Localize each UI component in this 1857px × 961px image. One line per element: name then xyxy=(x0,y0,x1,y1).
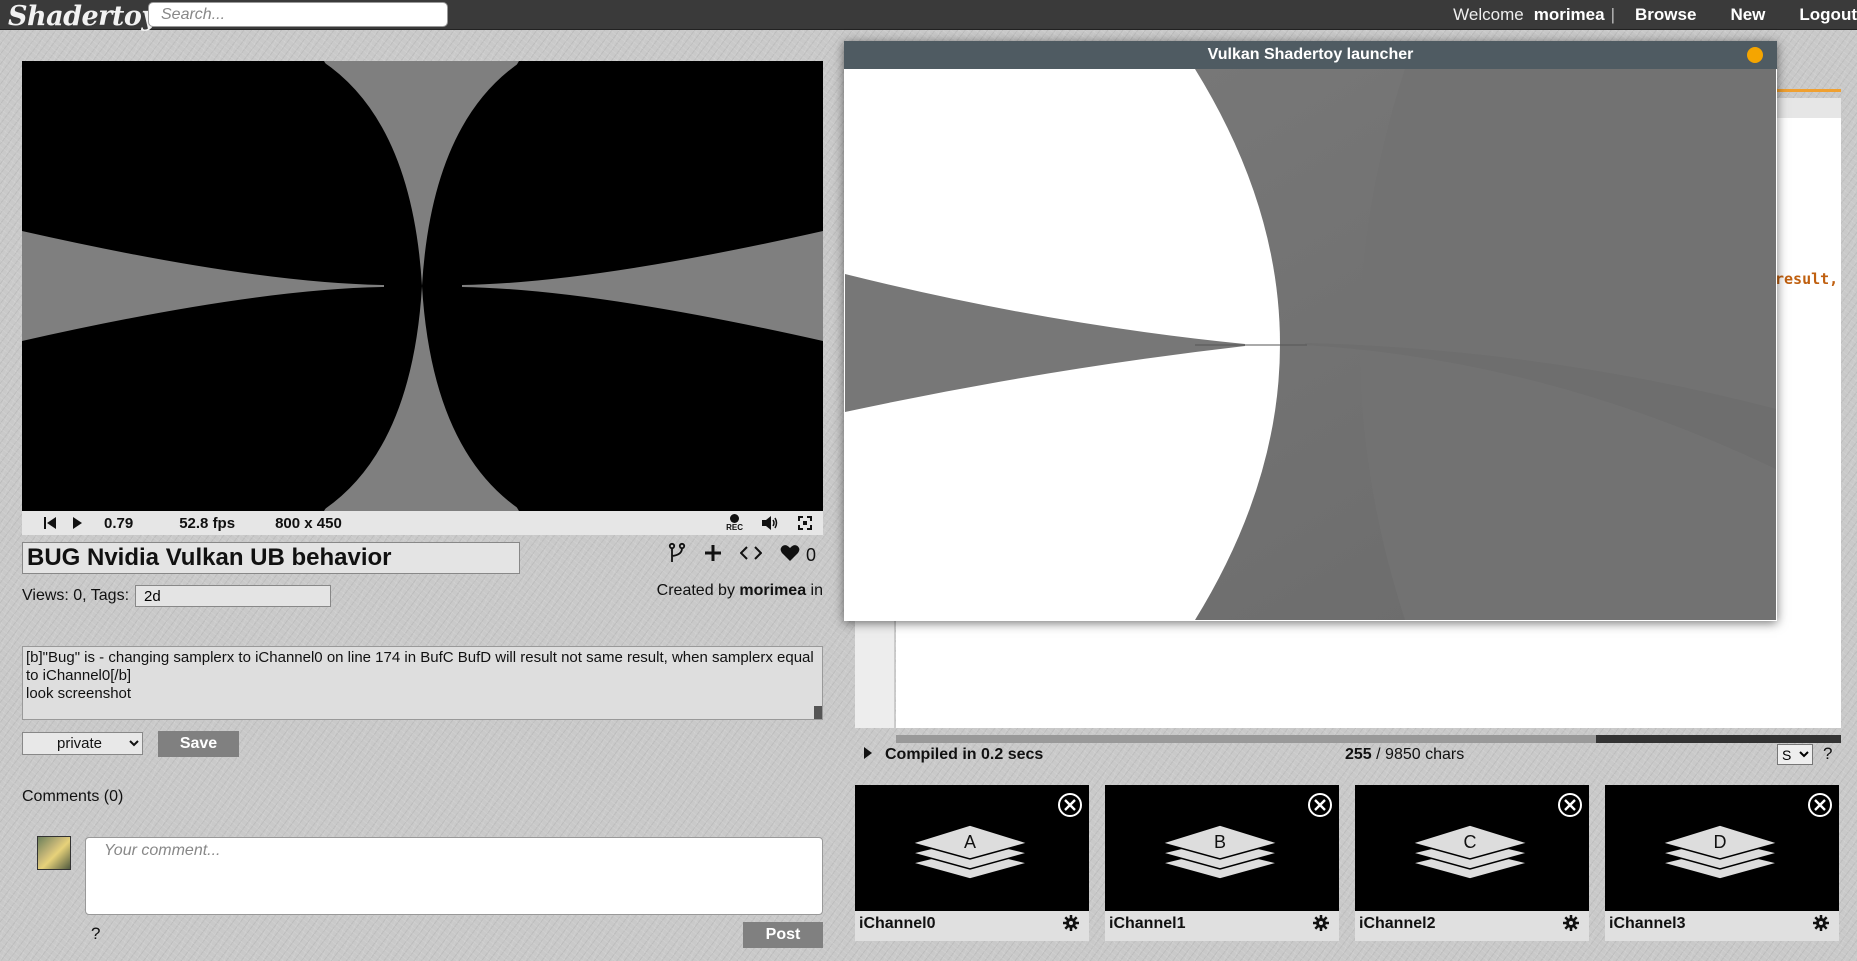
compile-play-icon[interactable] xyxy=(863,746,873,765)
vulkan-render-canvas[interactable] xyxy=(845,69,1776,620)
channel-label: iChannel1 xyxy=(1109,915,1186,932)
views-label: Views: 0, Tags: xyxy=(22,587,130,604)
buffer-letter: B xyxy=(1214,832,1226,852)
top-nav: Welcome morimea | Browse New Logout xyxy=(1453,0,1857,30)
channel-slot-2[interactable]: C iChannel2 xyxy=(1355,785,1589,941)
code-fragment: result, xyxy=(1775,270,1839,288)
user-avatar xyxy=(37,836,71,870)
comment-input[interactable] xyxy=(85,837,823,915)
font-size-select[interactable]: S xyxy=(1777,744,1813,765)
search-input[interactable] xyxy=(148,2,448,27)
window-title: Vulkan Shadertoy launcher xyxy=(1207,46,1414,63)
save-button[interactable]: Save xyxy=(158,731,239,757)
channel-slot-0[interactable]: A iChannel0 xyxy=(855,785,1089,941)
add-playlist-icon[interactable] xyxy=(704,544,722,567)
buffer-layers-icon: B xyxy=(1159,823,1281,888)
window-titlebar[interactable]: Vulkan Shadertoy launcher xyxy=(844,41,1777,69)
shader-actions: 0 xyxy=(668,540,816,570)
char-count: 255 / 9850 chars xyxy=(1345,746,1464,764)
fps-display: 52.8 fps xyxy=(179,514,236,532)
site-logo[interactable]: Shadertoy xyxy=(8,1,157,32)
channel-slot-1[interactable]: B iChannel1 xyxy=(1105,785,1339,941)
channel-thumbnail[interactable]: B xyxy=(1105,785,1339,911)
in-label: in xyxy=(810,582,823,599)
player-right-controls: REC xyxy=(726,511,813,535)
close-icon[interactable] xyxy=(1307,792,1333,823)
likes-count: 0 xyxy=(806,544,817,565)
fullscreen-icon[interactable] xyxy=(797,515,813,531)
buffer-letter: A xyxy=(964,832,976,852)
vulkan-launcher-window[interactable]: Vulkan Shadertoy launcher xyxy=(844,41,1777,621)
nav-browse-link[interactable]: Browse xyxy=(1635,5,1696,25)
shader-preview-canvas[interactable] xyxy=(22,61,823,511)
nav-new-link[interactable]: New xyxy=(1730,5,1765,25)
gear-icon[interactable] xyxy=(1063,915,1079,936)
record-icon xyxy=(730,514,740,523)
gear-icon[interactable] xyxy=(1813,915,1829,936)
views-tags-line: Views: 0, Tags: xyxy=(22,585,332,607)
buffer-layers-icon: A xyxy=(909,823,1031,888)
volume-icon[interactable] xyxy=(761,515,779,531)
shader-title-input[interactable] xyxy=(22,542,520,574)
shader-output-image xyxy=(22,61,823,511)
editor-help-link[interactable]: ? xyxy=(1823,744,1832,764)
gear-icon[interactable] xyxy=(1313,915,1329,936)
close-icon[interactable] xyxy=(1807,792,1833,823)
vulkan-output-image xyxy=(845,69,1776,620)
username-link[interactable]: morimea xyxy=(1534,5,1605,25)
window-close-button[interactable] xyxy=(1747,47,1763,63)
channel-label: iChannel0 xyxy=(859,915,936,932)
buffer-letter: D xyxy=(1714,832,1727,852)
welcome-text: Welcome xyxy=(1453,5,1524,24)
tags-input[interactable] xyxy=(135,585,332,607)
comments-heading: Comments (0) xyxy=(22,788,124,805)
comment-help-link[interactable]: ? xyxy=(91,924,100,944)
buffer-layers-icon: D xyxy=(1659,823,1781,888)
compile-status-bar: Compiled in 0.2 secs 255 / 9850 chars S … xyxy=(855,742,1841,768)
top-bar: Shadertoy Welcome morimea | Browse New L… xyxy=(0,0,1857,32)
created-by-label: Created by xyxy=(656,582,735,599)
resolution-display: 800 x 450 xyxy=(275,514,342,532)
fork-icon[interactable] xyxy=(668,542,686,569)
channel-thumbnail[interactable]: C xyxy=(1355,785,1589,911)
channel-thumbnail[interactable]: A xyxy=(855,785,1089,911)
record-button[interactable]: REC xyxy=(726,514,743,532)
buffer-letter: C xyxy=(1464,832,1477,852)
channel-label: iChannel2 xyxy=(1359,915,1436,932)
time-display: 0.79 xyxy=(104,514,134,532)
record-label: REC xyxy=(726,523,743,532)
post-button[interactable]: Post xyxy=(743,922,823,948)
author-link[interactable]: morimea xyxy=(739,582,806,599)
created-by-line: Created by morimea in xyxy=(657,582,823,600)
like-heart-icon[interactable] xyxy=(780,544,800,567)
description-scrollbar[interactable] xyxy=(814,706,822,719)
channel-label: iChannel3 xyxy=(1609,915,1686,932)
gear-icon[interactable] xyxy=(1563,915,1579,936)
channel-thumbnail[interactable]: D xyxy=(1605,785,1839,911)
chars-total: / 9850 chars xyxy=(1371,746,1465,763)
compile-status-text: Compiled in 0.2 secs xyxy=(885,746,1044,763)
close-icon[interactable] xyxy=(1057,792,1083,823)
close-icon[interactable] xyxy=(1557,792,1583,823)
privacy-select[interactable]: private xyxy=(22,732,143,755)
rewind-icon[interactable] xyxy=(42,516,58,530)
shader-description[interactable]: [b]"Bug" is - changing samplerx to iChan… xyxy=(22,646,823,720)
nav-logout-link[interactable]: Logout xyxy=(1799,5,1857,25)
embed-code-icon[interactable] xyxy=(739,545,763,566)
nav-separator: | xyxy=(1610,5,1616,24)
player-controls: 0.79 52.8 fps 800 x 450 REC xyxy=(22,511,823,535)
play-icon[interactable] xyxy=(70,516,84,530)
channel-slot-3[interactable]: D iChannel3 xyxy=(1605,785,1839,941)
chars-used: 255 xyxy=(1345,746,1372,763)
buffer-layers-icon: C xyxy=(1409,823,1531,888)
